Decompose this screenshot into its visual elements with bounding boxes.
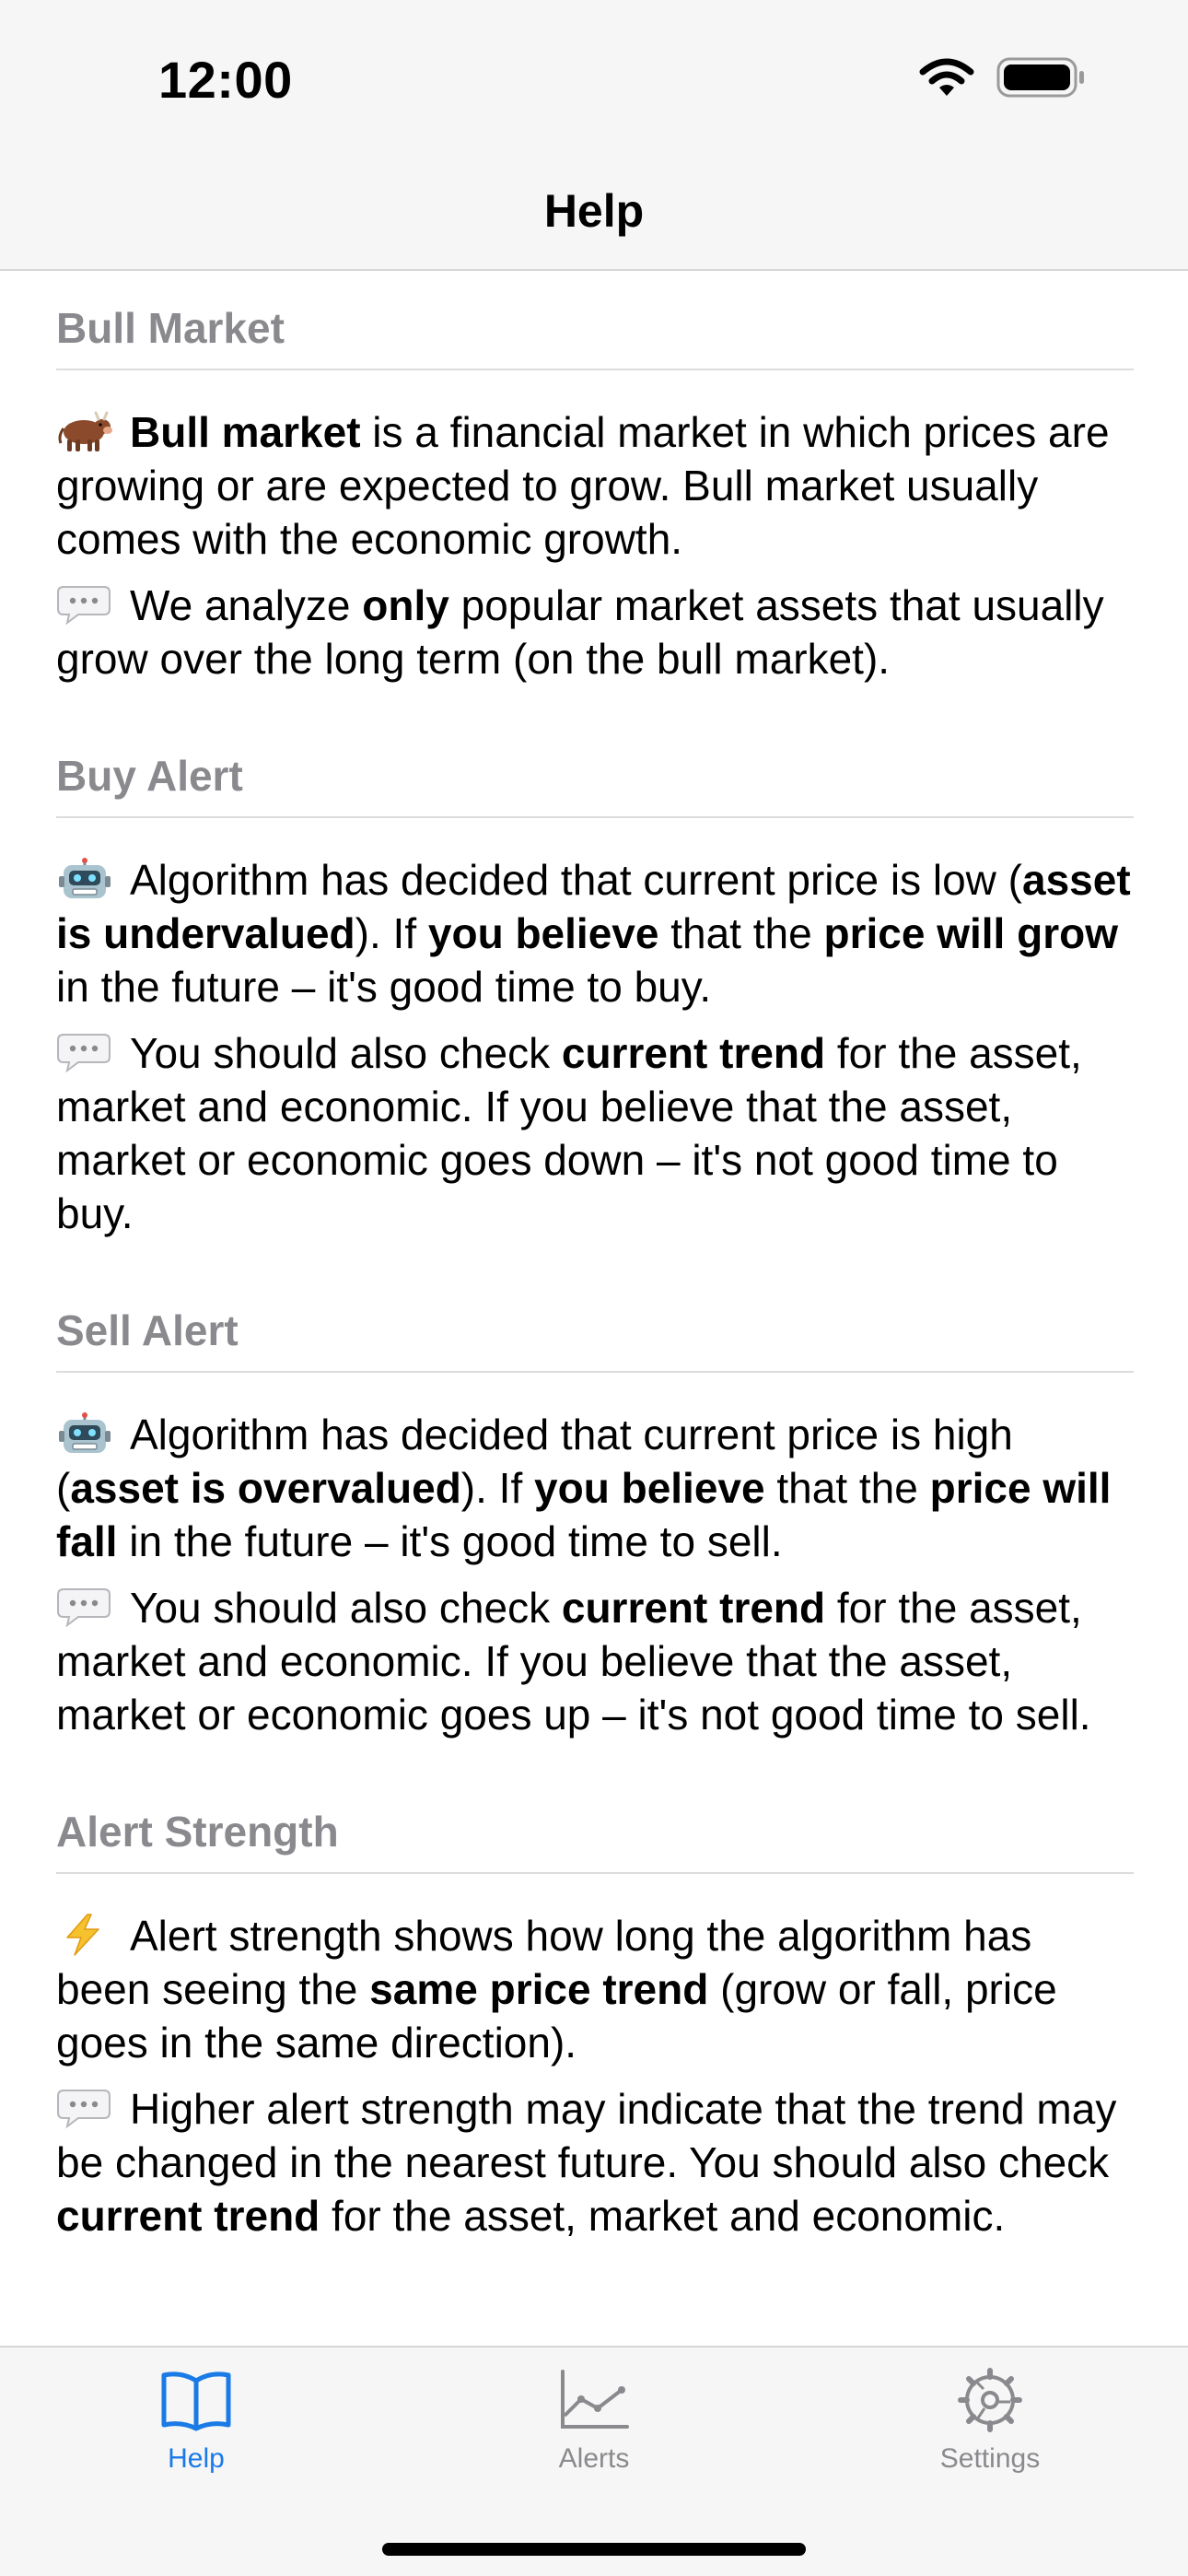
section-body: Algorithm has decided that current price… xyxy=(56,1373,1134,1774)
speech-bubble-emoji-icon xyxy=(56,1586,113,1628)
section-body: Bull market is a financial market in whi… xyxy=(56,370,1134,719)
status-icons xyxy=(919,57,1087,98)
status-bar: 12:00 xyxy=(0,0,1188,157)
speech-bubble-emoji-icon xyxy=(56,583,113,626)
emphasis-text: only xyxy=(362,581,449,629)
emphasis-text: current trend xyxy=(561,1029,826,1077)
tab-help[interactable]: Help xyxy=(76,2368,316,2475)
gear-icon xyxy=(958,2368,1022,2432)
tab-help-label: Help xyxy=(168,2443,225,2474)
speech-bubble-emoji-icon xyxy=(56,1031,113,1073)
body-text: ). If xyxy=(355,909,428,957)
page-title: Help xyxy=(543,185,645,237)
paragraph: We analyze only popular market assets th… xyxy=(56,579,1134,685)
tab-settings[interactable]: Settings xyxy=(870,2368,1110,2475)
paragraph: Algorithm has decided that current price… xyxy=(56,853,1134,1013)
section-header: Buy Alert xyxy=(56,719,1134,818)
body-text: You should also check xyxy=(130,1029,562,1077)
section-header: Bull Market xyxy=(56,271,1134,370)
section-header: Alert Strength xyxy=(56,1774,1134,1874)
body-text: for the asset, market and economic. xyxy=(320,2192,1006,2240)
paragraph: Alert strength shows how long the algori… xyxy=(56,1909,1134,2069)
body-text: in the future – it's good time to buy. xyxy=(56,963,712,1011)
body-text: that the xyxy=(658,909,824,957)
wifi-icon xyxy=(919,58,974,96)
tab-alerts-label: Alerts xyxy=(558,2443,630,2474)
section-sell-alert: Sell Alert Algorithm has decided that cur… xyxy=(56,1273,1134,1774)
emphasis-text: you believe xyxy=(534,1464,765,1512)
lightning-emoji-icon xyxy=(56,1914,113,1956)
section-body: Algorithm has decided that current price… xyxy=(56,818,1134,1273)
tab-settings-label: Settings xyxy=(939,2443,1041,2474)
emphasis-text: same price trend xyxy=(369,1965,709,2013)
emphasis-text: asset is overvalued xyxy=(70,1464,461,1512)
robot-emoji-icon xyxy=(56,1412,113,1455)
home-indicator xyxy=(382,2543,806,2556)
body-text: that the xyxy=(764,1464,930,1512)
section-header: Sell Alert xyxy=(56,1273,1134,1373)
section-bull-market: Bull Market Bull market is a financial ma… xyxy=(56,271,1134,719)
paragraph: Bull market is a financial market in whi… xyxy=(56,405,1134,566)
section-alert-strength: Alert Strength Alert strength shows how l… xyxy=(56,1774,1134,2276)
battery-icon xyxy=(996,57,1084,98)
body-text: We analyze xyxy=(130,581,363,629)
emphasis-text: price will grow xyxy=(823,909,1118,957)
book-icon xyxy=(161,2371,231,2431)
paragraph: You should also check current trend for … xyxy=(56,1026,1134,1240)
emphasis-text: you believe xyxy=(427,909,659,957)
help-content[interactable]: Bull Market Bull market is a financial ma… xyxy=(56,271,1134,2276)
body-text: Algorithm has decided that current price… xyxy=(130,856,1022,904)
chart-icon xyxy=(561,2370,629,2429)
section-body: Alert strength shows how long the algori… xyxy=(56,1874,1134,2276)
emphasis-text: current trend xyxy=(561,1584,826,1632)
status-time: 12:00 xyxy=(158,51,293,109)
emphasis-text: Bull market xyxy=(130,408,361,456)
robot-emoji-icon xyxy=(56,858,113,900)
body-text: You should also check xyxy=(130,1584,562,1632)
body-text: Higher alert strength may indicate that … xyxy=(56,2085,1117,2186)
tab-bar: Help Alerts Settings xyxy=(0,2346,1188,2576)
speech-bubble-emoji-icon xyxy=(56,2087,113,2129)
paragraph: You should also check current trend for … xyxy=(56,1581,1134,1741)
body-text: in the future – it's good time to sell. xyxy=(117,1517,783,1565)
navigation-bar: Help xyxy=(0,157,1188,271)
emphasis-text: current trend xyxy=(56,2192,320,2240)
paragraph: Algorithm has decided that current price… xyxy=(56,1408,1134,1568)
tab-alerts[interactable]: Alerts xyxy=(474,2368,714,2475)
section-buy-alert: Buy Alert Algorithm has decided that curr… xyxy=(56,719,1134,1273)
body-text: ). If xyxy=(460,1464,535,1512)
paragraph: Higher alert strength may indicate that … xyxy=(56,2082,1134,2242)
cow-emoji-icon xyxy=(56,410,113,452)
